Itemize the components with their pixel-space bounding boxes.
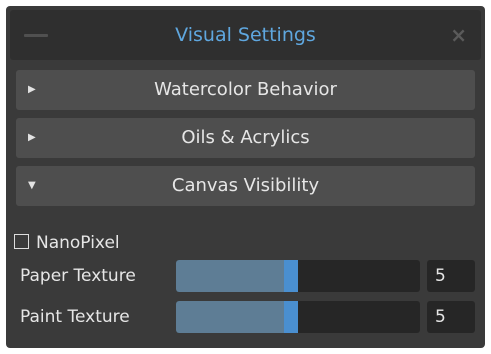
slider-handle[interactable] xyxy=(284,301,298,333)
paint-texture-label: Paint Texture xyxy=(20,307,130,327)
section-label: Oils & Acrylics xyxy=(181,127,310,148)
nanopixel-checkbox[interactable] xyxy=(14,234,29,249)
panel-title: Visual Settings xyxy=(175,24,316,46)
paint-texture-slider[interactable] xyxy=(176,301,420,333)
paper-texture-row: Paper Texture 5 xyxy=(6,260,485,292)
section-canvas-visibility[interactable]: ▼ Canvas Visibility xyxy=(16,166,475,206)
slider-fill xyxy=(176,301,298,333)
section-label: Canvas Visibility xyxy=(171,175,320,196)
close-icon[interactable]: × xyxy=(450,10,467,60)
slider-fill xyxy=(176,260,298,292)
title-bar[interactable]: Visual Settings × xyxy=(10,10,481,60)
paper-texture-label: Paper Texture xyxy=(20,266,136,286)
visual-settings-panel: Visual Settings × ▶ Watercolor Behavior … xyxy=(6,6,485,348)
paper-texture-value[interactable]: 5 xyxy=(427,260,475,292)
slider-handle[interactable] xyxy=(284,260,298,292)
paint-texture-row: Paint Texture 5 xyxy=(6,301,485,333)
section-label: Watercolor Behavior xyxy=(154,79,337,100)
section-watercolor-behavior[interactable]: ▶ Watercolor Behavior xyxy=(16,70,475,110)
paper-texture-slider[interactable] xyxy=(176,260,420,292)
paint-texture-value[interactable]: 5 xyxy=(427,301,475,333)
section-oils-acrylics[interactable]: ▶ Oils & Acrylics xyxy=(16,118,475,158)
nanopixel-label: NanoPixel xyxy=(36,233,120,253)
